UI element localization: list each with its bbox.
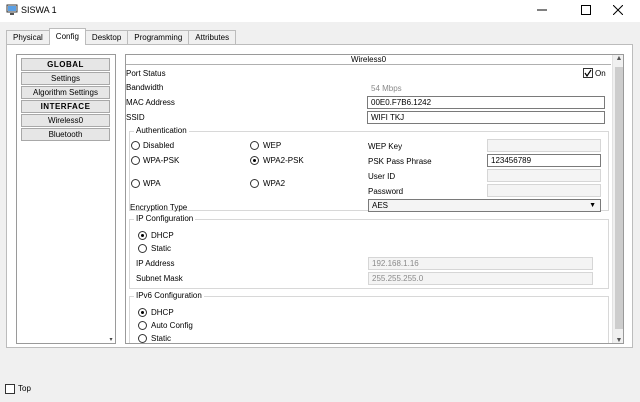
auth-wpa-label: WPA [143,179,161,188]
nav-scroll-down-icon[interactable]: ▾ [107,336,115,343]
user-id-field[interactable] [487,169,601,182]
port-status-checkbox[interactable] [583,68,593,78]
scroll-down-icon[interactable]: ▼ [613,337,623,343]
encryption-type-select[interactable]: AES ▼ [368,199,601,212]
ip-address-label: IP Address [136,259,175,268]
tab-config[interactable]: Config [48,28,86,45]
wep-key-field[interactable] [487,139,601,152]
bandwidth-value: 54 Mbps [371,84,402,93]
auth-wpa2-label: WPA2 [263,179,286,188]
auth-disabled-radio[interactable] [131,141,140,150]
pc-app-icon [6,4,18,15]
subnet-mask-label: Subnet Mask [136,274,183,283]
nav-item-settings[interactable]: Settings [21,72,110,85]
port-status-label: Port Status [126,69,166,78]
ip-static-radio[interactable] [138,244,147,253]
port-status-on-label: On [595,69,606,78]
ssid-label: SSID [126,113,145,122]
ipv6-auto-config-label: Auto Config [151,321,193,330]
ipv6-dhcp-radio[interactable] [138,308,147,317]
top-label: Top [18,384,31,393]
tab-physical[interactable]: Physical [6,30,50,45]
close-button[interactable] [596,0,640,20]
encryption-type-value: AES [372,201,389,210]
ipv6-configuration-title: IPv6 Configuration [134,291,204,300]
auth-wep-label: WEP [263,141,282,150]
scrollbar-thumb[interactable] [615,67,623,329]
nav-item-algorithm-settings[interactable]: Algorithm Settings [21,86,110,99]
config-panel: GLOBAL Settings Algorithm Settings INTER… [6,44,633,348]
ip-dhcp-radio[interactable] [138,231,147,240]
ipv6-static-label: Static [151,334,172,343]
ip-static-label: Static [151,244,172,253]
auth-wpa2-psk-label: WPA2-PSK [263,156,304,165]
window-title: SISWA 1 [21,5,57,15]
auth-wep-radio[interactable] [250,141,259,150]
tab-attributes[interactable]: Attributes [188,30,237,45]
ip-dhcp-label: DHCP [151,231,174,240]
chevron-down-icon: ▼ [589,202,596,209]
ssid-field[interactable]: WIFI TKJ [367,111,605,124]
ip-configuration-title: IP Configuration [134,214,196,223]
maximize-icon [581,5,591,15]
tab-bar: Physical Config Desktop Programming Attr… [6,28,237,45]
psk-pass-phrase-field[interactable]: 123456789 [487,154,601,167]
config-nav: GLOBAL Settings Algorithm Settings INTER… [16,54,116,344]
authentication-title: Authentication [134,126,189,135]
nav-group-interface[interactable]: INTERFACE [21,100,110,113]
nav-item-wireless0[interactable]: Wireless0 [21,114,110,127]
tab-desktop[interactable]: Desktop [84,30,129,45]
wireless0-config: Wireless0 Port Status On Bandwidth 54 Mb… [125,54,624,344]
interface-header: Wireless0 [126,55,611,65]
ip-address-field[interactable]: 192.168.1.16 [368,257,593,270]
encryption-type-label: Encryption Type [130,203,188,212]
subnet-mask-field[interactable]: 255.255.255.0 [368,272,593,285]
nav-item-bluetooth[interactable]: Bluetooth [21,128,110,141]
ipv6-static-radio[interactable] [138,334,147,343]
wep-key-label: WEP Key [368,142,403,151]
auth-disabled-label: Disabled [143,141,175,150]
ipv6-auto-config-radio[interactable] [138,321,147,330]
auth-wpa-radio[interactable] [131,179,140,188]
auth-wpa-psk-radio[interactable] [131,156,140,165]
mac-address-field[interactable]: 00E0.F7B6.1242 [367,96,605,109]
bandwidth-label: Bandwidth [126,83,164,92]
app-window: SISWA 1 Physical Config Desktop Programm… [0,0,640,402]
mac-address-label: MAC Address [126,98,175,107]
minimize-icon [537,9,547,11]
auth-wpa2-radio[interactable] [250,179,259,188]
psk-pass-phrase-label: PSK Pass Phrase [368,157,432,166]
ipv6-configuration-group [129,296,609,343]
tab-programming[interactable]: Programming [127,30,190,45]
auth-wpa-psk-label: WPA-PSK [143,156,180,165]
auth-wpa2-psk-radio[interactable] [250,156,259,165]
nav-group-global[interactable]: GLOBAL [21,58,110,71]
top-checkbox[interactable] [5,384,15,394]
password-label: Password [368,187,404,196]
title-bar: SISWA 1 [0,0,640,22]
scroll-up-icon[interactable]: ▲ [613,55,623,62]
user-id-label: User ID [368,172,396,181]
check-icon [584,69,592,77]
ipv6-dhcp-label: DHCP [151,308,174,317]
close-icon [613,5,623,15]
minimize-button[interactable] [520,0,564,20]
password-field[interactable] [487,184,601,197]
main-scrollbar[interactable]: ▲ ▼ [612,55,623,343]
